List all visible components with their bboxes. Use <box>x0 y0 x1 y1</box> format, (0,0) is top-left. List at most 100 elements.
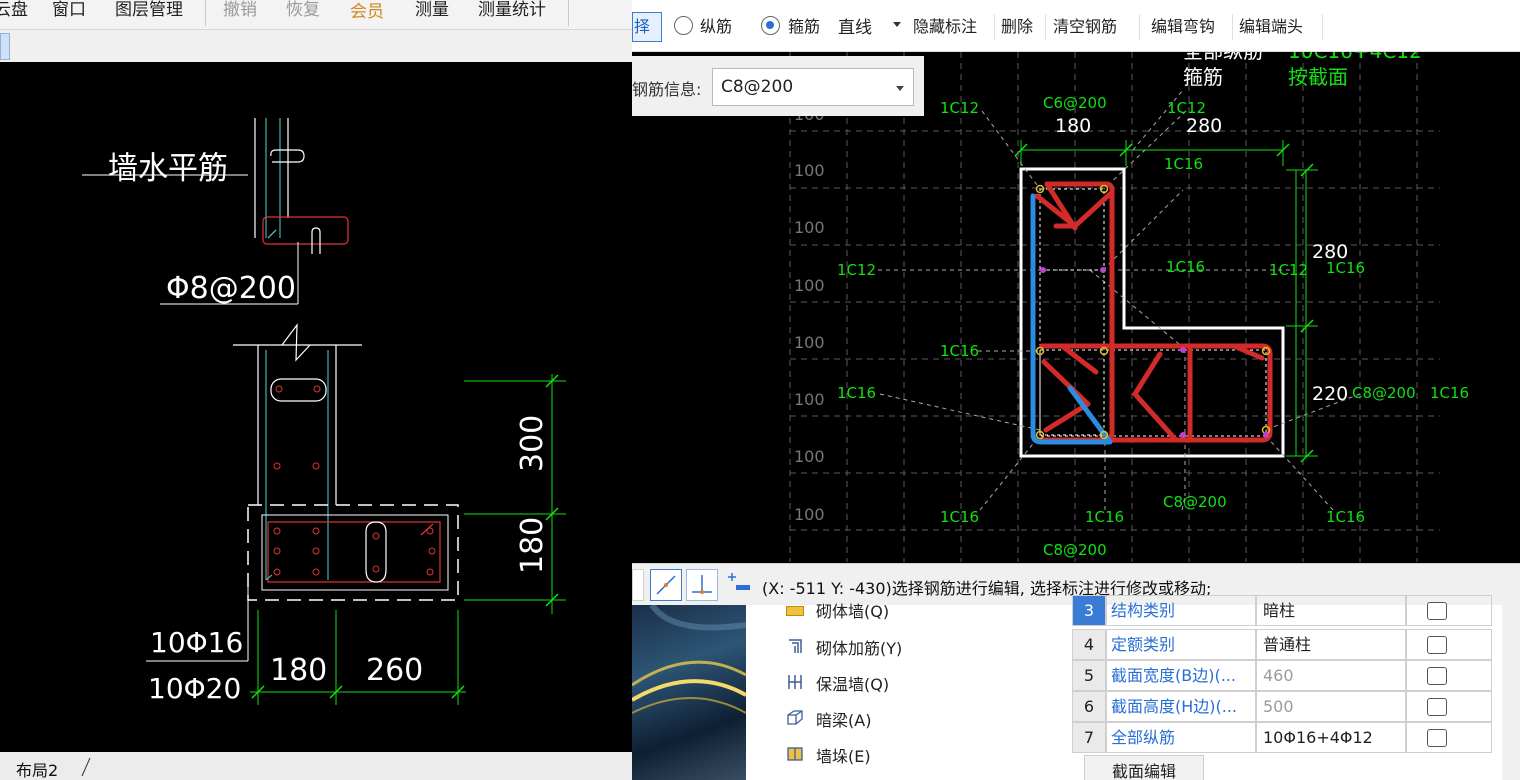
rebar-label-1c12-tr[interactable]: 1C12 <box>1167 99 1206 117</box>
menu-measure-stats[interactable]: 测量统计 <box>478 0 546 20</box>
property-name: 截面宽度(B边)(... <box>1106 660 1256 691</box>
property-checkbox[interactable] <box>1427 729 1447 747</box>
property-row[interactable]: 3 结构类别 暗柱 <box>1072 595 1502 626</box>
stirrup-rect <box>261 514 449 591</box>
grid-label: 100 <box>794 161 825 180</box>
rebar-label-1c16-left-low[interactable]: 1C16 <box>837 384 876 402</box>
property-value[interactable]: 460 <box>1256 660 1406 691</box>
property-checkbox[interactable] <box>1427 602 1447 620</box>
rebar-label-c8-200-right[interactable]: C8@200 <box>1352 384 1416 402</box>
tree-item-label: 暗梁(A) <box>816 711 872 730</box>
property-num: 6 <box>1072 691 1106 722</box>
properties-scrollbar[interactable] <box>1502 605 1520 780</box>
snap-line-button[interactable] <box>650 569 682 601</box>
status-left-edge <box>632 569 644 601</box>
section-drawing-canvas[interactable]: 100 100 100 100 100 100 100 100 全部纵筋 10C… <box>632 52 1520 562</box>
clear-rebar-button[interactable]: 清空钢筋 <box>1053 17 1117 37</box>
menu-member[interactable]: 会员 <box>350 2 384 22</box>
property-checkbox[interactable] <box>1427 667 1447 685</box>
property-row[interactable]: 4 定额类别 普通柱 <box>1072 629 1502 660</box>
rebar-count-top: 10Φ16 <box>150 626 243 659</box>
rebar-info-select[interactable]: C8@200 <box>712 68 914 106</box>
background-grid <box>789 52 1440 562</box>
toolbar-separator <box>1232 14 1233 40</box>
property-checkbox[interactable] <box>1427 636 1447 654</box>
radio-longitudinal[interactable] <box>674 16 693 35</box>
rebar-edit-toolbar: 择 纵筋 箍筋 直线 隐藏标注 删除 清空钢筋 编辑弯钩 编辑端头 <box>632 0 1520 52</box>
line-snap-icon <box>656 575 676 595</box>
select-button[interactable]: 择 <box>632 12 662 42</box>
property-value[interactable]: 500 <box>1256 691 1406 722</box>
left-status-bar: 布局2 <box>0 752 632 780</box>
property-checkbox[interactable] <box>1427 698 1447 716</box>
dim-180-vertical-label: 180 <box>515 517 550 574</box>
rebar-label-1c16-top[interactable]: 1C16 <box>1164 155 1203 173</box>
menu-separator <box>568 0 569 26</box>
rebar-label-1c16-bl[interactable]: 1C16 <box>940 508 979 526</box>
rebar-label-1c12-tl[interactable]: 1C12 <box>940 99 979 117</box>
rebar-label-1c12-left[interactable]: 1C12 <box>837 261 876 279</box>
snap-add-button[interactable] <box>724 569 756 601</box>
edit-end-button[interactable]: 编辑端头 <box>1239 17 1303 37</box>
property-row[interactable]: 7 全部纵筋 10Φ16+4Φ12 <box>1072 722 1502 753</box>
dim-280-top-label: 280 <box>1186 115 1222 137</box>
section-edit-button[interactable]: 截面编辑 <box>1084 755 1204 780</box>
tree-item-masonry-rebar[interactable]: 砌体加筋(Y) <box>789 635 902 665</box>
component-tree: 砌体墙(Q) 砌体加筋(Y) 保温墙(Q) 暗梁(A) 墙垛(E) <box>750 602 1070 780</box>
property-value[interactable]: 10Φ16+4Φ12 <box>1256 722 1406 753</box>
rebar-label-1c16-left[interactable]: 1C16 <box>940 342 979 360</box>
hide-annotation-button[interactable]: 隐藏标注 <box>913 17 977 37</box>
left-drawing-canvas[interactable]: 墙水平筋 Φ8@200 300 180 180 260 10Φ16 10Φ20 <box>0 62 632 752</box>
property-value[interactable]: 普通柱 <box>1256 629 1406 660</box>
property-num: 7 <box>1072 722 1106 753</box>
menu-separator <box>205 0 206 26</box>
tree-item-wall-pier[interactable]: 墙垛(E) <box>787 743 871 773</box>
grid-label: 100 <box>794 276 825 295</box>
plus-line-icon <box>728 573 750 590</box>
tree-item-label: 保温墙(Q) <box>816 675 890 694</box>
delete-button[interactable]: 删除 <box>1001 17 1033 37</box>
menu-undo[interactable]: 撤销 <box>223 0 257 20</box>
menu-layer-manager[interactable]: 图层管理 <box>115 0 183 20</box>
rebar-label-1c12-right[interactable]: 1C12 <box>1269 261 1308 279</box>
edit-hook-button[interactable]: 编辑弯钩 <box>1151 17 1215 37</box>
tab-divider-icon <box>81 757 91 777</box>
grid-label: 100 <box>794 390 825 409</box>
rebar-label-1c16-far-right[interactable]: 1C16 <box>1430 384 1469 402</box>
radio-longitudinal-label[interactable]: 纵筋 <box>700 17 732 37</box>
menu-redo[interactable]: 恢复 <box>286 0 320 20</box>
layout-tab[interactable]: 布局2 <box>16 757 58 780</box>
rebar-label-c8-200-bottom2[interactable]: C8@200 <box>1043 541 1107 559</box>
radio-stirrup[interactable] <box>761 16 780 35</box>
menu-window[interactable]: 窗口 <box>52 0 86 20</box>
rebar-label-c8-200-bottom[interactable]: C8@200 <box>1163 493 1227 511</box>
chevron-down-icon[interactable] <box>893 22 901 27</box>
rebar-label-1c16-right[interactable]: 1C16 <box>1326 259 1365 277</box>
property-value[interactable]: 暗柱 <box>1256 595 1406 626</box>
masonry-wall-icon <box>786 606 804 616</box>
tree-item-masonry-wall[interactable]: 砌体墙(Q) <box>786 598 889 628</box>
property-name: 结构类别 <box>1106 595 1256 626</box>
property-row[interactable]: 5 截面宽度(B边)(... 460 <box>1072 660 1502 691</box>
rebar-label-1c16-bm[interactable]: 1C16 <box>1085 508 1124 526</box>
left-toolbar-button[interactable] <box>0 33 10 60</box>
property-name: 全部纵筋 <box>1106 722 1256 753</box>
rebar-label-c6-200[interactable]: C6@200 <box>1043 94 1107 112</box>
line-type-dropdown[interactable]: 直线 <box>832 14 906 42</box>
menu-measure[interactable]: 测量 <box>415 0 449 20</box>
tree-item-insulation-wall[interactable]: 保温墙(Q) <box>788 671 890 701</box>
snap-perpendicular-button[interactable] <box>686 569 718 601</box>
masonry-rebar-icon <box>789 639 802 653</box>
rebar-count-bottom: 10Φ20 <box>148 672 241 705</box>
perpendicular-icon <box>692 575 712 594</box>
preview-thumbnail <box>632 605 746 780</box>
insulation-wall-icon <box>788 675 802 689</box>
property-row[interactable]: 6 截面高度(H边)(... 500 <box>1072 691 1502 722</box>
menu-cloud-disk[interactable]: 云盘 <box>0 0 28 20</box>
radio-stirrup-label[interactable]: 箍筋 <box>788 17 820 37</box>
rebar-label-1c16-mid[interactable]: 1C16 <box>1166 258 1205 276</box>
rebar-label-1c16-br[interactable]: 1C16 <box>1326 508 1365 526</box>
tree-item-hidden-beam[interactable]: 暗梁(A) <box>787 707 872 737</box>
property-checkbox-cell <box>1406 595 1492 626</box>
dim-180-label: 180 <box>1055 115 1091 137</box>
